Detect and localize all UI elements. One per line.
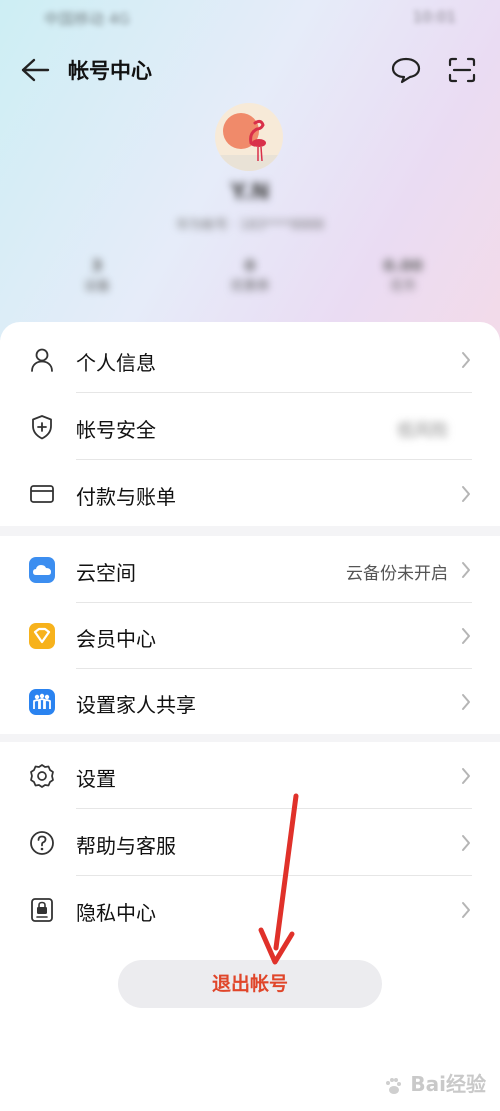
profile-subtitle: 华为帐号 · 183****8888 <box>175 218 325 233</box>
flamingo-avatar-icon <box>215 103 283 171</box>
menu-item-settings[interactable]: 设置 <box>0 742 500 809</box>
chevron-right-icon <box>462 486 470 502</box>
clock-text: 10:01 <box>412 8 456 26</box>
chevron-right-icon <box>462 352 470 368</box>
menu-item-label: 设置家人共享 <box>76 693 196 717</box>
menu-item-label: 付款与账单 <box>76 485 176 509</box>
top-bar: 帐号中心 <box>0 44 500 94</box>
back-arrow-icon[interactable] <box>18 56 52 84</box>
menu-item-cloud-space[interactable]: 云空间 云备份未开启 <box>0 536 500 603</box>
menu-item-label: 帮助与客服 <box>76 834 176 858</box>
watermark: Bai经验 <box>383 1068 486 1097</box>
message-icon[interactable] <box>390 55 422 85</box>
chevron-right-icon <box>462 835 470 851</box>
chevron-right-icon <box>462 562 470 578</box>
page-title: 帐号中心 <box>68 59 152 83</box>
privacy-icon <box>31 898 53 922</box>
person-icon <box>31 348 53 372</box>
menu-item-label: 设置 <box>76 767 116 791</box>
menu-item-label: 帐号安全 <box>76 418 156 442</box>
menu-item-label: 会员中心 <box>76 627 156 651</box>
menu-item-personal-info[interactable]: 个人信息 <box>0 326 500 393</box>
help-icon <box>30 831 54 855</box>
avatar[interactable] <box>215 103 283 171</box>
menu-item-account-security[interactable]: 帐号安全 低风险 <box>0 393 500 460</box>
chevron-right-icon <box>462 628 470 644</box>
menu-item-label: 隐私中心 <box>76 901 156 925</box>
menu-item-help-support[interactable]: 帮助与客服 <box>0 809 500 876</box>
security-status: 低风险 <box>397 421 448 441</box>
menu-item-family-sharing[interactable]: 设置家人共享 <box>0 668 500 735</box>
menu-item-label: 云空间 <box>76 561 136 585</box>
menu-item-member-center[interactable]: 会员中心 <box>0 602 500 669</box>
profile-name: Y.N <box>230 180 270 205</box>
chevron-right-icon <box>462 694 470 710</box>
carrier-text: 中国移动 4G <box>44 10 130 28</box>
menu-item-label: 个人信息 <box>76 351 156 375</box>
family-icon <box>29 689 55 715</box>
baidu-paw-icon <box>386 1077 402 1094</box>
account-settings-group: 个人信息 帐号安全 低风险 付款与账单 <box>0 322 500 526</box>
chevron-right-icon <box>462 902 470 918</box>
services-group: 云空间 云备份未开启 会员中心 设置家人共享 <box>0 536 500 734</box>
member-icon <box>29 623 55 649</box>
stat-devices[interactable]: 3 设备 <box>57 256 137 294</box>
menu-item-payment-billing[interactable]: 付款与账单 <box>0 460 500 527</box>
logout-button[interactable]: 退出帐号 <box>118 960 382 1008</box>
account-stats: 3 设备 0 优惠券 0.00 花币 <box>0 256 500 296</box>
stat-coupons[interactable]: 0 优惠券 <box>210 256 290 294</box>
cloud-backup-status: 云备份未开启 <box>346 564 448 584</box>
gear-icon <box>30 764 54 788</box>
card-icon <box>30 485 54 503</box>
stat-coins[interactable]: 0.00 花币 <box>363 256 443 294</box>
menu-item-privacy-center[interactable]: 隐私中心 <box>0 876 500 943</box>
cloud-icon <box>29 557 55 583</box>
scan-icon[interactable] <box>446 55 478 85</box>
chevron-right-icon <box>462 768 470 784</box>
shield-icon <box>32 415 52 440</box>
general-group: 设置 帮助与客服 隐私中心 <box>0 742 500 1111</box>
status-bar: 中国移动 4G 10:01 <box>0 0 500 34</box>
